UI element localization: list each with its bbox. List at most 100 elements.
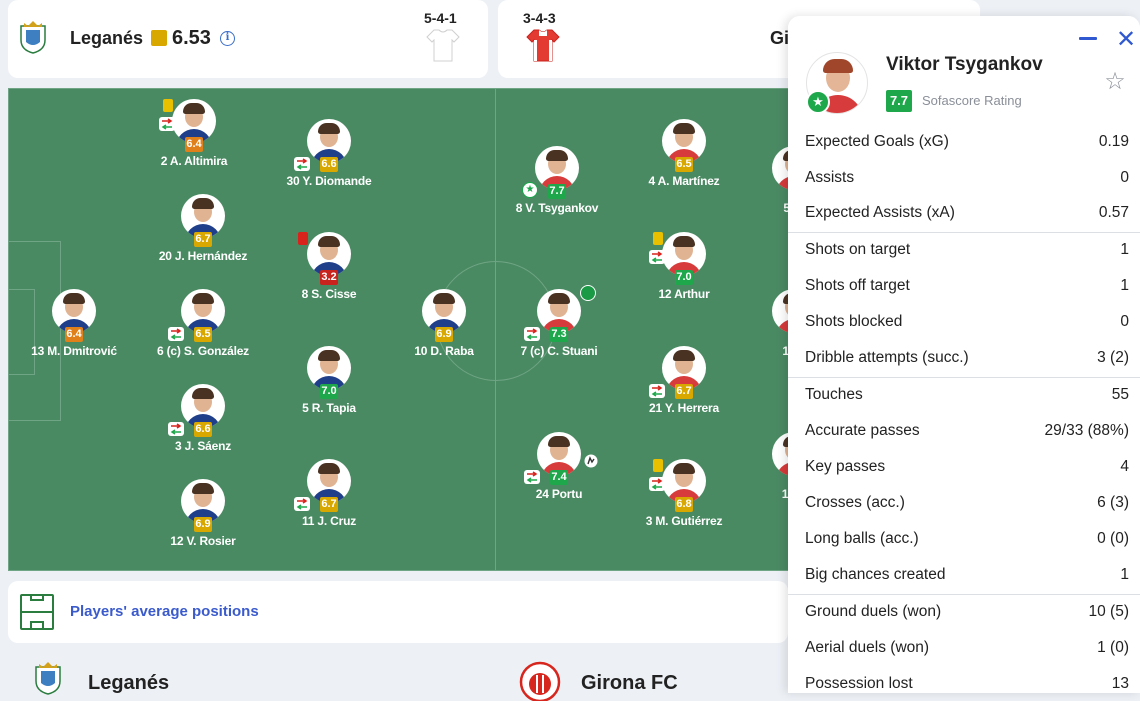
player-marker[interactable]: 7.7 8 V. Tsygankov ★	[492, 146, 622, 226]
player-rating-badge: 7.7	[886, 90, 912, 112]
substitution-icon	[649, 477, 665, 491]
stat-value: 10 (5)	[1088, 603, 1130, 620]
stat-row: Accurate passes 29/33 (88%)	[788, 413, 1140, 449]
yellow-card-icon	[163, 99, 173, 112]
player-label: 11 J. Cruz	[301, 514, 357, 528]
stat-row: Dribble attempts (succ.) 3 (2)	[788, 340, 1140, 376]
player-marker[interactable]: 6.4 13 M. Dmitrović	[9, 289, 139, 369]
stat-row: Assists 0	[788, 160, 1140, 196]
player-label: 20 J. Hernández	[158, 249, 248, 263]
away-formation: 3-4-3	[523, 10, 556, 26]
stat-row: Touches 55	[788, 377, 1140, 413]
player-rating: 6.6	[320, 157, 338, 172]
player-label: 30 Y. Diomande	[286, 174, 372, 188]
stat-label: Expected Goals (xG)	[805, 133, 949, 150]
player-rating: 3.2	[320, 270, 338, 285]
yellow-card-icon	[653, 232, 663, 245]
player-marker[interactable]: 7.4 24 Portu	[494, 432, 624, 512]
stat-label: Aerial duels (won)	[805, 639, 930, 656]
average-positions-card[interactable]: Players' average positions	[8, 581, 788, 643]
player-rating: 6.9	[194, 517, 212, 532]
player-label: 12 V. Rosier	[170, 534, 236, 548]
player-label: 3 M. Gutiérrez	[645, 514, 723, 528]
stat-label: Possession lost	[805, 675, 913, 692]
player-marker[interactable]: 6.6 3 J. Sáenz	[138, 384, 268, 464]
player-marker[interactable]: 7.0 5 R. Tapia	[264, 346, 394, 426]
stat-row: Shots blocked 0	[788, 304, 1140, 340]
away-shirt-icon	[526, 29, 560, 62]
player-marker[interactable]: 6.4 2 A. Altimira	[129, 99, 259, 179]
player-rating: 6.4	[185, 137, 203, 152]
player-label: 5 R. Tapia	[302, 401, 356, 415]
stats-divider	[788, 232, 1140, 233]
stat-label: Touches	[805, 386, 863, 403]
favorite-star-icon[interactable]: ☆	[1102, 68, 1128, 94]
player-rating: 6.7	[194, 232, 212, 247]
home-shirt-icon	[426, 29, 460, 62]
substitution-icon	[524, 470, 540, 484]
stat-label: Big chances created	[805, 566, 946, 583]
substitution-icon	[649, 384, 665, 398]
stat-value: 6 (3)	[1097, 494, 1129, 511]
leganes-crest-icon	[20, 21, 46, 54]
stat-row: Key passes 4	[788, 449, 1140, 485]
home-team-name[interactable]: Leganés	[70, 28, 143, 49]
substitution-icon	[524, 327, 540, 341]
player-marker[interactable]: 6.9 12 V. Rosier	[138, 479, 268, 559]
player-rating: 6.5	[194, 327, 212, 342]
panel-header: ★ Viktor Tsygankov 7.7 Sofascore Rating …	[788, 16, 1140, 132]
substitution-icon	[649, 250, 665, 264]
player-marker[interactable]: 6.7 21 Y. Herrera	[619, 346, 749, 426]
player-rating: 6.8	[675, 497, 693, 512]
stat-row: Expected Assists (xA) 0.57	[788, 195, 1140, 231]
stat-row: Long balls (acc.) 0 (0)	[788, 521, 1140, 557]
stat-label: Shots on target	[805, 241, 911, 258]
player-rating: 6.9	[435, 327, 453, 342]
minimize-button[interactable]	[1079, 37, 1097, 40]
player-marker[interactable]: 6.7 11 J. Cruz	[264, 459, 394, 539]
player-rating: 6.7	[320, 497, 338, 512]
close-icon[interactable]: ✕	[1115, 27, 1137, 51]
average-positions-link[interactable]: Players' average positions	[70, 603, 259, 620]
away-team-name-bottom[interactable]: Girona FC	[581, 672, 678, 695]
player-marker[interactable]: 6.6 30 Y. Diomande	[264, 119, 394, 199]
stat-row: Shots off target 1	[788, 268, 1140, 304]
stat-label: Assists	[805, 169, 855, 186]
player-rating: 6.5	[675, 157, 693, 172]
stat-label: Accurate passes	[805, 422, 920, 439]
goal-icon	[580, 285, 596, 301]
player-label: 21 Y. Herrera	[649, 401, 719, 415]
player-marker[interactable]: 3.2 8 S. Cisse	[264, 232, 394, 312]
stat-label: Expected Assists (xA)	[805, 204, 955, 221]
player-of-match-icon: ★	[522, 182, 538, 198]
stat-value: 29/33 (88%)	[1044, 422, 1129, 439]
stat-label: Dribble attempts (succ.)	[805, 349, 969, 366]
stat-value: 1	[1120, 277, 1129, 294]
player-rating: 7.7	[548, 184, 566, 199]
stat-label: Shots blocked	[805, 313, 903, 330]
yellow-card-icon	[653, 459, 663, 472]
player-name[interactable]: Viktor Tsygankov	[886, 54, 1043, 76]
player-label: 7 (c) C. Stuani	[520, 344, 598, 358]
home-team-name-bottom[interactable]: Leganés	[88, 672, 169, 695]
stat-value: 0.57	[1098, 204, 1129, 221]
player-marker[interactable]: 6.5 6 (c) S. González	[138, 289, 268, 369]
substitution-icon	[294, 497, 310, 511]
substitution-icon	[294, 157, 310, 171]
stat-value: 13	[1111, 675, 1129, 692]
stats-divider	[788, 377, 1140, 378]
player-marker[interactable]: 7.3 7 (c) C. Stuani	[494, 285, 624, 369]
away-team-name-partial[interactable]: Gi	[770, 28, 789, 49]
info-icon[interactable]: i	[220, 31, 235, 46]
home-formation: 5-4-1	[424, 10, 457, 26]
stat-value: 4	[1120, 458, 1129, 475]
stat-row: Crosses (acc.) 6 (3)	[788, 485, 1140, 521]
stat-row: Big chances created 1	[788, 557, 1140, 593]
stat-row: Shots on target 1	[788, 232, 1140, 268]
stat-label: Long balls (acc.)	[805, 530, 919, 547]
stat-value: 0.19	[1098, 133, 1129, 150]
stat-value: 55	[1111, 386, 1129, 403]
player-marker[interactable]: 6.7 20 J. Hernández	[138, 194, 268, 274]
team-rating-box	[151, 30, 167, 46]
stat-label: Key passes	[805, 458, 886, 475]
